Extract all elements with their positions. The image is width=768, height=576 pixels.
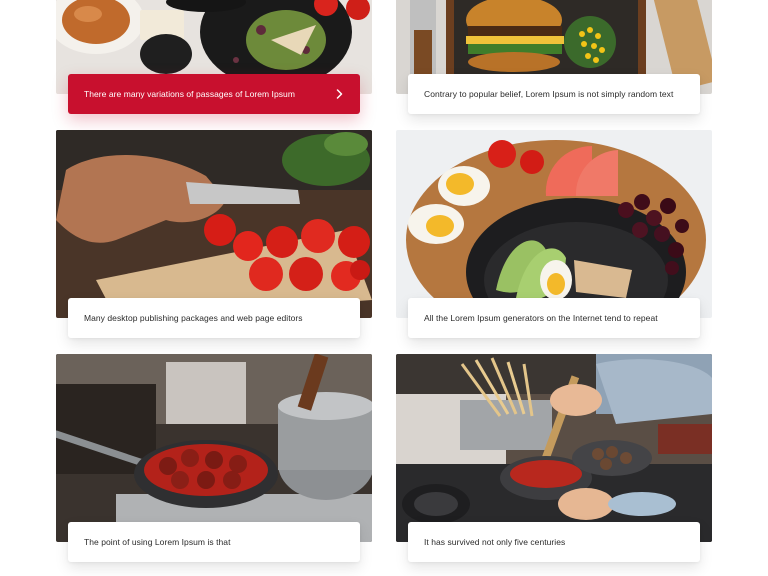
card-caption-text: The point of using Lorem Ipsum is that [84, 537, 231, 547]
recipe-card[interactable]: Many desktop publishing packages and web… [56, 130, 372, 338]
meatballs-in-pan-photo [56, 354, 372, 542]
card-caption-text: There are many variations of passages of… [84, 89, 295, 99]
recipe-card[interactable]: Contrary to popular belief, Lorem Ipsum … [396, 0, 712, 114]
cooking-pasta-photo [396, 354, 712, 542]
card-photo [56, 354, 372, 542]
card-caption[interactable]: Many desktop publishing packages and web… [68, 298, 360, 338]
chevron-right-icon [334, 89, 344, 99]
recipe-card[interactable]: The point of using Lorem Ipsum is that [56, 354, 372, 562]
eggs-grapefruit-bowl-photo [396, 130, 712, 318]
card-photo [396, 354, 712, 542]
recipe-card[interactable]: There are many variations of passages of… [56, 0, 372, 114]
card-caption-text: It has survived not only five centuries [424, 537, 566, 547]
card-photo [396, 130, 712, 318]
recipe-card-grid: There are many variations of passages of… [0, 0, 768, 576]
card-caption[interactable]: It has survived not only five centuries [408, 522, 700, 562]
card-caption[interactable]: The point of using Lorem Ipsum is that [68, 522, 360, 562]
card-caption[interactable]: There are many variations of passages of… [68, 74, 360, 114]
slicing-tomatoes-photo [56, 130, 372, 318]
card-caption[interactable]: Contrary to popular belief, Lorem Ipsum … [408, 74, 700, 114]
card-caption[interactable]: All the Lorem Ipsum generators on the In… [408, 298, 700, 338]
card-caption-text: Many desktop publishing packages and web… [84, 313, 303, 323]
card-caption-text: All the Lorem Ipsum generators on the In… [424, 313, 658, 323]
card-photo [56, 130, 372, 318]
card-caption-text: Contrary to popular belief, Lorem Ipsum … [424, 89, 674, 99]
recipe-card[interactable]: All the Lorem Ipsum generators on the In… [396, 130, 712, 338]
recipe-card[interactable]: It has survived not only five centuries [396, 354, 712, 562]
